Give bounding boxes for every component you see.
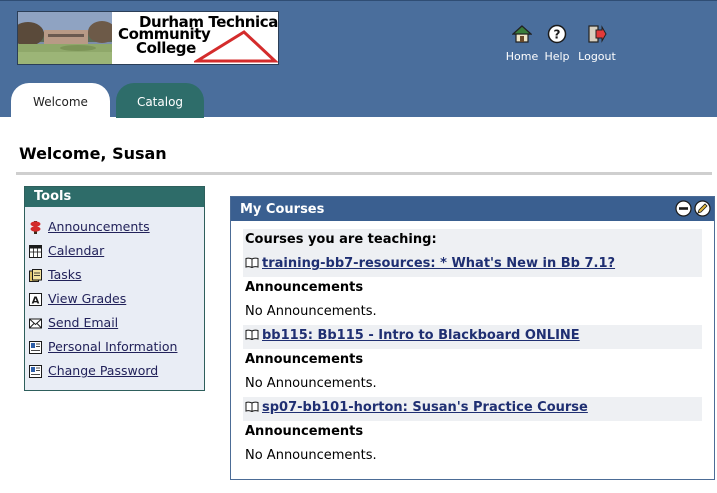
tool-link[interactable]: Send Email [48, 315, 118, 330]
my-courses-panel: My Courses Courses you are teaching: tra… [230, 196, 715, 480]
home-label: Home [505, 50, 539, 63]
book-icon [245, 401, 259, 412]
course-row: bb115: Bb115 - Intro to Blackboard ONLIN… [243, 325, 702, 349]
announcements-text: No Announcements. [245, 448, 377, 463]
announcements-heading: Announcements [245, 352, 364, 367]
announcements-text: No Announcements. [245, 304, 377, 319]
logout-button[interactable]: Logout [575, 24, 619, 63]
tool-link[interactable]: Announcements [48, 219, 150, 234]
logout-label: Logout [578, 50, 616, 63]
course-link[interactable]: sp07-bb101-horton: Susan's Practice Cour… [262, 400, 588, 415]
tools-list: Announcements Calendar Tasks A View Grad… [25, 207, 204, 387]
svg-text:?: ? [554, 28, 561, 42]
help-icon: ? [547, 24, 567, 44]
tab-catalog[interactable]: Catalog [116, 83, 204, 118]
home-button[interactable]: Home [505, 24, 539, 63]
tool-item-personal-information[interactable]: Personal Information [29, 339, 204, 363]
tasks-icon [29, 269, 42, 282]
edit-icon[interactable] [694, 200, 711, 217]
announcements-text: No Announcements. [245, 376, 377, 391]
tool-item-tasks[interactable]: Tasks [29, 267, 204, 291]
my-courses-title: My Courses [240, 202, 325, 217]
course-row: sp07-bb101-horton: Susan's Practice Cour… [243, 397, 702, 421]
college-logo[interactable]: Durham Technical Community College [17, 11, 279, 65]
announcements-heading: Announcements [245, 424, 364, 439]
book-icon [245, 257, 259, 268]
top-banner: Durham Technical Community College Home … [0, 0, 717, 118]
collapse-icon[interactable] [675, 200, 692, 217]
panel-controls [675, 200, 711, 217]
tool-link[interactable]: View Grades [48, 291, 126, 306]
help-label: Help [544, 50, 570, 63]
college-name: Durham Technical Community College [114, 13, 278, 64]
logout-icon [588, 25, 607, 43]
svg-text:A: A [32, 296, 40, 307]
tool-link[interactable]: Calendar [48, 243, 104, 258]
home-icon [512, 25, 532, 43]
course-row: training-bb7-resources: * What's New in … [243, 253, 702, 277]
book-icon [245, 329, 259, 340]
announcements-heading: Announcements [245, 280, 364, 295]
email-icon [29, 318, 42, 329]
my-courses-body: Courses you are teaching: training-bb7-r… [231, 221, 714, 469]
tool-item-view-grades[interactable]: A View Grades [29, 291, 204, 315]
tool-link[interactable]: Tasks [48, 267, 82, 282]
tools-panel: Tools Announcements Calendar Tasks A Vie… [24, 186, 205, 391]
tool-link[interactable]: Change Password [48, 363, 158, 378]
course-link[interactable]: training-bb7-resources: * What's New in … [262, 256, 615, 271]
tool-item-change-password[interactable]: Change Password [29, 363, 204, 387]
tool-item-calendar[interactable]: Calendar [29, 243, 204, 267]
tab-welcome[interactable]: Welcome [11, 83, 110, 118]
grades-icon: A [29, 293, 42, 306]
password-icon [29, 365, 42, 378]
my-courses-header: My Courses [231, 197, 714, 221]
tool-item-announcements[interactable]: Announcements [29, 219, 204, 243]
page-title: Welcome, Susan [19, 144, 167, 163]
tools-title: Tools [25, 187, 204, 207]
logo-line-3: College [136, 39, 196, 57]
personal-info-icon [29, 341, 42, 354]
logo-triangle-icon [194, 30, 278, 63]
title-divider [16, 172, 712, 175]
tool-item-send-email[interactable]: Send Email [29, 315, 204, 339]
announcements-icon [30, 221, 41, 234]
calendar-icon [29, 245, 42, 258]
courses-intro: Courses you are teaching: [243, 229, 702, 253]
tool-link[interactable]: Personal Information [48, 339, 177, 354]
campus-photo [18, 12, 112, 64]
help-button[interactable]: ? Help [543, 24, 571, 63]
course-link[interactable]: bb115: Bb115 - Intro to Blackboard ONLIN… [262, 328, 580, 343]
